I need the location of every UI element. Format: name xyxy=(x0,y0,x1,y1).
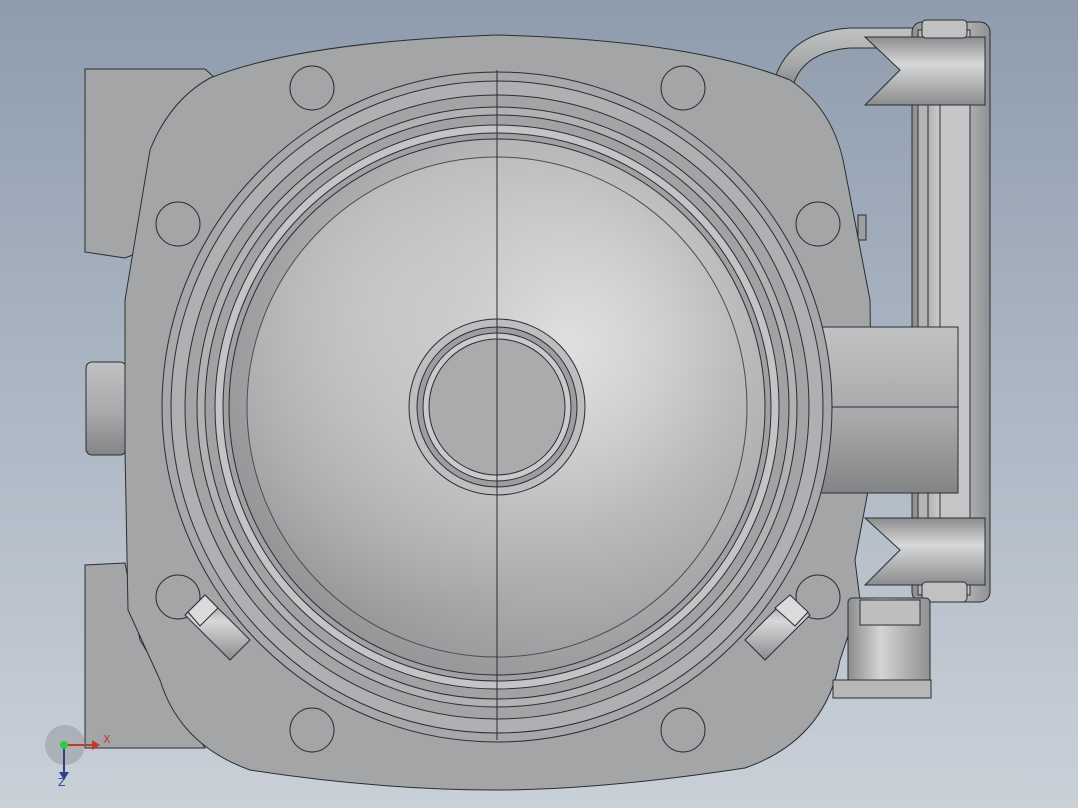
bolt-hole-left-upper xyxy=(155,201,201,247)
bolt-hole-right-upper xyxy=(795,201,841,247)
3d-viewport[interactable]: X Z xyxy=(0,0,1078,808)
bottom-fitting xyxy=(863,517,986,586)
right-outlet-pipe xyxy=(819,326,959,494)
bolt-hole-bottom-right xyxy=(660,707,706,753)
top-fitting xyxy=(863,36,986,106)
x-axis-label: X xyxy=(103,733,111,746)
cad-model-view[interactable] xyxy=(0,0,1078,808)
bolt-hole-top-left xyxy=(289,65,335,111)
y-axis-dot xyxy=(60,741,68,749)
left-side-boss xyxy=(85,361,127,456)
bolt-hole-top-right xyxy=(660,65,706,111)
bolt-hole-bottom-left xyxy=(289,707,335,753)
z-axis-label: Z xyxy=(58,776,66,789)
